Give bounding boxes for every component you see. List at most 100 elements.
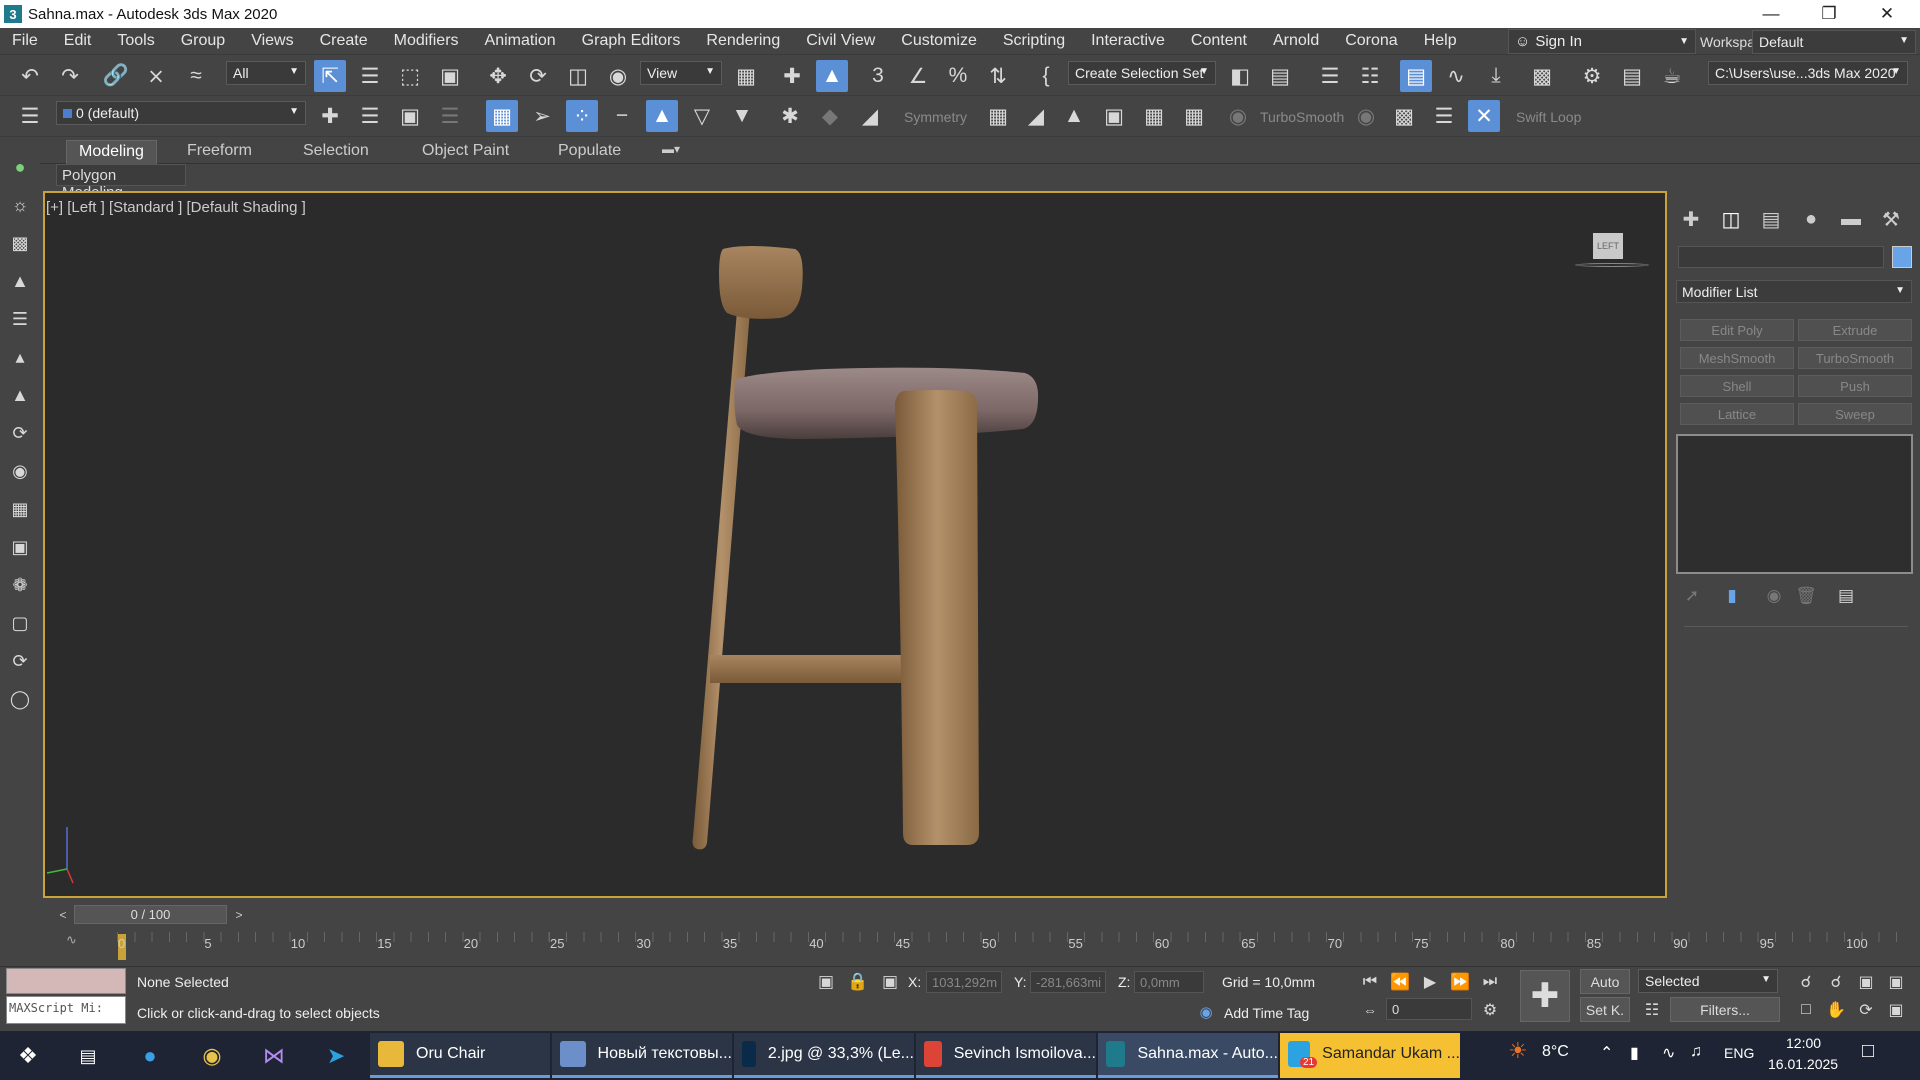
pivot-center-icon[interactable]: ▦ — [730, 60, 762, 92]
taskbar-item[interactable]: Oru Chair — [370, 1033, 550, 1078]
selection-filter-dropdown[interactable]: All ▼ — [226, 61, 306, 85]
viewport-left[interactable]: LEFT — [43, 191, 1667, 898]
display-panel-icon[interactable]: ▬ — [1836, 204, 1866, 234]
task-view-icon[interactable]: ▤ — [68, 1038, 108, 1074]
field-of-view-icon[interactable]: □ — [1790, 994, 1822, 1026]
rotate-view-icon[interactable]: ⟳ — [4, 417, 36, 449]
rotate-icon[interactable]: ⟳ — [522, 60, 554, 92]
menu-graph-editors[interactable]: Graph Editors — [569, 32, 694, 50]
layers-panel-icon[interactable]: ☰ — [4, 303, 36, 335]
menu-corona[interactable]: Corona — [1332, 32, 1410, 50]
tab-object-paint[interactable]: Object Paint — [410, 140, 521, 164]
pin-stack-icon[interactable]: ➚ — [1676, 580, 1708, 612]
bridge-icon[interactable]: ▦ — [1138, 100, 1170, 132]
chamfer-icon[interactable]: ◢ — [1020, 100, 1052, 132]
turbosmooth-button[interactable]: TurboSmooth — [1798, 347, 1912, 369]
unlink-icon[interactable]: ⨯ — [140, 60, 172, 92]
set-key-big-icon[interactable]: ✚ — [1520, 970, 1570, 1022]
modifier-list-dropdown[interactable]: Modifier List ▼ — [1676, 280, 1912, 303]
clone-icon[interactable]: ▣ — [4, 531, 36, 563]
spacing-icon[interactable]: ▢ — [4, 607, 36, 639]
light-bulb-icon[interactable]: ◯ — [4, 683, 36, 715]
menu-civil-view[interactable]: Civil View — [793, 32, 888, 50]
x-coordinate-field[interactable]: 1031,292m — [926, 971, 1002, 993]
minimize-button[interactable]: — — [1742, 0, 1800, 28]
isolate-selection-icon[interactable]: ▣ — [810, 966, 842, 998]
key-filters-icon[interactable]: ☷ — [1636, 994, 1668, 1026]
hierarchy-panel-icon[interactable]: ▤ — [1756, 204, 1786, 234]
edge-icon[interactable]: ● — [130, 1038, 170, 1074]
modifier-stack[interactable] — [1676, 434, 1913, 574]
battery-icon[interactable]: ▮ — [1630, 1043, 1639, 1063]
menu-scripting[interactable]: Scripting — [990, 32, 1078, 50]
vertex-snap-icon[interactable]: ➢ — [526, 100, 558, 132]
tangent-snap-icon[interactable]: ▼ — [726, 100, 758, 132]
telegram-icon[interactable]: ➤ — [316, 1038, 356, 1074]
project-path-dropdown[interactable]: C:\Users\use...3ds Max 2020 ▼ — [1708, 61, 1908, 85]
viewport-label[interactable]: [+] [Left ] [Standard ] [Default Shading… — [46, 199, 306, 216]
make-unique-icon[interactable]: ◉ — [1758, 580, 1790, 612]
align-icon[interactable]: ▤ — [1264, 60, 1296, 92]
curve-editor-icon[interactable]: ∿ — [1440, 60, 1472, 92]
language-indicator[interactable]: ENG — [1724, 1045, 1754, 1061]
snapshot-icon[interactable]: ◉ — [4, 455, 36, 487]
maximize-viewport-icon[interactable]: ▣ — [1880, 994, 1912, 1026]
link-icon[interactable]: 🔗 — [100, 60, 132, 92]
meshsmooth-button[interactable]: MeshSmooth — [1680, 347, 1794, 369]
select-object-icon[interactable]: ⇱ — [314, 60, 346, 92]
configure-modifier-sets-icon[interactable]: ▤ — [1830, 580, 1862, 612]
bind-space-warp-icon[interactable]: ≈ — [180, 60, 212, 92]
toggle-ribbon-icon[interactable]: ▤ — [1400, 60, 1432, 92]
rectangular-selection-icon[interactable]: ⬚ — [394, 60, 426, 92]
next-frame-icon[interactable]: > — [230, 905, 248, 924]
chair-model[interactable] — [45, 193, 1665, 896]
menu-animation[interactable]: Animation — [472, 32, 569, 50]
taskbar-item[interactable]: Новый текстовы... — [552, 1033, 732, 1078]
layer-explorer-icon[interactable]: ☷ — [1354, 60, 1386, 92]
pivot-snap-icon[interactable]: ✱ — [774, 100, 806, 132]
grid-snap-icon[interactable]: ▦ — [486, 100, 518, 132]
taskbar-item[interactable]: 2.jpg @ 33,3% (Le... — [734, 1033, 914, 1078]
menu-file[interactable]: File — [0, 32, 51, 50]
bone-tool-icon[interactable]: ▲ — [4, 379, 36, 411]
rendered-frame-window-icon[interactable]: ▤ — [1616, 60, 1648, 92]
create-panel-icon[interactable]: ✚ — [1676, 204, 1706, 234]
spinner-snap-icon[interactable]: ⇅ — [982, 60, 1014, 92]
edit-named-selection-icon[interactable]: { — [1030, 60, 1062, 92]
taskbar-item[interactable]: Samandar Ukam ... 21 — [1280, 1033, 1460, 1078]
current-frame-field[interactable]: 0 — [1386, 998, 1472, 1020]
selection-lock-icon[interactable]: 🔒 — [842, 966, 874, 998]
render-setup-icon[interactable]: ⚙ — [1576, 60, 1608, 92]
extrude-icon[interactable]: ▲ — [1058, 100, 1090, 132]
turbosmooth-label[interactable]: TurboSmooth — [1260, 109, 1344, 125]
bevel-icon[interactable]: ▦ — [982, 100, 1014, 132]
show-end-result-icon[interactable]: ▮ — [1716, 580, 1748, 612]
volume-icon[interactable]: ♫ — [1690, 1043, 1702, 1061]
close-button[interactable]: ✕ — [1858, 0, 1916, 28]
turbosmooth-icon[interactable]: ◉ — [1222, 100, 1254, 132]
tab-populate[interactable]: Populate — [546, 140, 633, 164]
next-key-icon[interactable]: ⏩ — [1444, 966, 1476, 998]
add-time-tag-button[interactable]: Add Time Tag — [1224, 1005, 1309, 1021]
time-config-icon[interactable]: ⚙ — [1474, 994, 1506, 1026]
taskbar-item[interactable]: Sevinch Ismoilova... — [916, 1033, 1096, 1078]
remove-modifier-icon[interactable]: 🗑 — [1790, 580, 1822, 612]
tab-selection[interactable]: Selection — [291, 140, 381, 164]
weather-temp[interactable]: 8°C — [1542, 1043, 1569, 1061]
extrude-button[interactable]: Extrude — [1798, 319, 1912, 341]
layers-stack-icon[interactable]: ☰ — [354, 100, 386, 132]
maximize-button[interactable]: ❐ — [1800, 0, 1858, 28]
y-coordinate-field[interactable]: -281,663mi — [1030, 971, 1106, 993]
push-button[interactable]: Push — [1798, 375, 1912, 397]
align-tool-icon[interactable]: ▦ — [4, 493, 36, 525]
snap-options-icon[interactable]: ◆ — [814, 100, 846, 132]
orbit-icon[interactable]: ⟳ — [1850, 994, 1882, 1026]
window-crossing-icon[interactable]: ▣ — [434, 60, 466, 92]
scatter-icon[interactable]: ❁ — [4, 569, 36, 601]
percent-snap-icon[interactable]: % — [942, 60, 974, 92]
move-icon[interactable]: ✥ — [482, 60, 514, 92]
z-coordinate-field[interactable]: 0,0mm — [1134, 971, 1204, 993]
snaps-toggle-icon[interactable]: 3 — [862, 60, 894, 92]
menu-rendering[interactable]: Rendering — [693, 32, 793, 50]
menu-tools[interactable]: Tools — [104, 32, 167, 50]
